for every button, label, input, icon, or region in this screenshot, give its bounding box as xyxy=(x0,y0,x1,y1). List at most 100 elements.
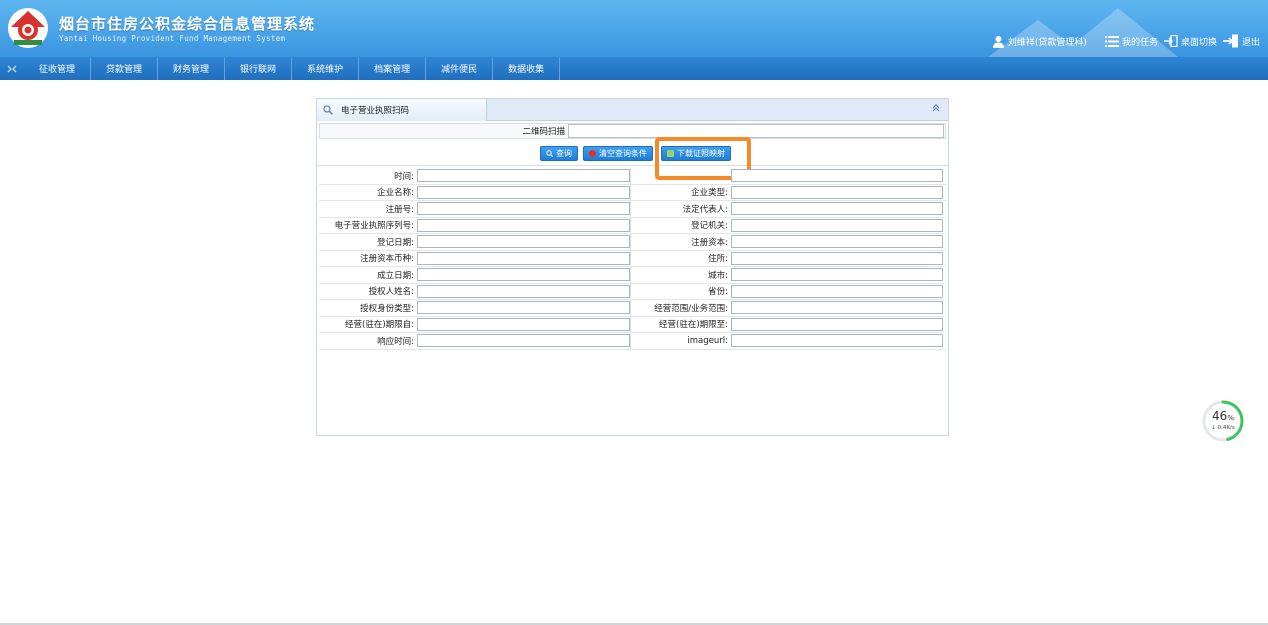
qr-scan-input[interactable] xyxy=(568,124,944,138)
my-tasks-label: 我的任务 xyxy=(1121,37,1158,48)
license-scan-panel: 电子营业执照扫码 二维码扫描 查询 清空查询条件 下载证照映射 时间: 企业名称… xyxy=(316,98,949,436)
field-input[interactable] xyxy=(731,317,943,331)
field-label: 城市: xyxy=(708,270,728,281)
field-input[interactable] xyxy=(731,301,943,315)
main-nav: 征收管理 贷款管理 财务管理 银行联网 系统维护 档案管理 减件便民 数据收集 xyxy=(0,57,1268,80)
app-title: 烟台市住房公积金综合信息管理系统 xyxy=(59,15,316,33)
field-input[interactable] xyxy=(417,169,630,183)
field-label: 注册资本: xyxy=(691,237,728,248)
speed-value: ↓ 0.4K/s xyxy=(1211,425,1235,431)
field-label: 授权身份类型: xyxy=(360,303,414,314)
form-row: 授权身份类型: 经营范围/业务范围: xyxy=(319,299,946,317)
field-label: 住所: xyxy=(708,254,728,265)
speed-gauge-percent: 46% xyxy=(1201,409,1245,423)
field-input[interactable] xyxy=(417,218,630,232)
logout-icon xyxy=(1222,34,1238,48)
my-tasks-link[interactable]: 我的任务 xyxy=(1104,35,1158,48)
switch-icon xyxy=(1163,35,1178,47)
field-input[interactable] xyxy=(417,185,630,199)
field-label: 经营(驻在)期限自: xyxy=(345,320,414,331)
field-input[interactable] xyxy=(417,301,630,315)
field-label: 经营(驻在)期限至: xyxy=(659,320,728,331)
app-header: 烟台市住房公积金综合信息管理系统 Yantai Housing Providen… xyxy=(0,0,1268,57)
field-input[interactable] xyxy=(417,202,630,216)
field-input[interactable] xyxy=(731,218,943,232)
clear-button-label: 清空查询条件 xyxy=(599,149,647,158)
field-label: imageurl: xyxy=(687,335,728,346)
panel-title: 电子营业执照扫码 xyxy=(341,106,410,116)
field-label: 省份: xyxy=(708,287,728,298)
query-button[interactable]: 查询 xyxy=(540,146,578,161)
field-input[interactable] xyxy=(417,251,630,265)
field-label: 企业名称: xyxy=(377,188,414,199)
clear-button[interactable]: 清空查询条件 xyxy=(583,146,653,161)
user-menu[interactable]: 刘维祥(贷款管理科) xyxy=(992,35,1087,48)
percent-value: 46 xyxy=(1212,409,1228,423)
nav-item-loans[interactable]: 贷款管理 xyxy=(91,57,159,80)
nav-item-bank-network[interactable]: 银行联网 xyxy=(225,57,293,80)
action-bar: 查询 清空查询条件 下载证照映射 xyxy=(317,137,948,180)
result-form: 时间: 企业名称: 企业类型: 注册号: 法定代表人: 电子营业执照序列号: 登… xyxy=(319,167,946,350)
divider xyxy=(630,167,631,184)
field-input[interactable] xyxy=(417,334,630,348)
field-label: 响应时间: xyxy=(377,336,414,347)
user-name: 刘维祥(贷款管理科) xyxy=(1007,37,1087,48)
app-subtitle: Yantai Housing Provident Fund Management… xyxy=(59,34,286,43)
field-label: 时间: xyxy=(394,171,414,182)
field-input[interactable] xyxy=(731,185,943,199)
clear-icon xyxy=(589,150,596,157)
field-input[interactable] xyxy=(731,235,943,249)
desktop-switch-link[interactable]: 桌面切换 xyxy=(1163,35,1217,48)
nav-collapse-icon[interactable] xyxy=(0,57,24,80)
field-label: 登记日期: xyxy=(377,237,414,248)
panel-tab[interactable]: 电子营业执照扫码 xyxy=(317,99,487,121)
field-input[interactable] xyxy=(731,268,943,282)
field-label: 成立日期: xyxy=(377,270,414,281)
field-input[interactable] xyxy=(731,202,943,216)
field-input[interactable] xyxy=(731,169,943,183)
field-label: 注册资本币种: xyxy=(360,254,414,265)
desktop-switch-label: 桌面切换 xyxy=(1180,37,1217,48)
form-row: 时间: xyxy=(319,167,946,185)
form-row: 注册号: 法定代表人: xyxy=(319,200,946,218)
qr-scan-label: 二维码扫描 xyxy=(522,127,565,137)
form-row: 电子营业执照序列号: 登记机关: xyxy=(319,217,946,234)
field-label: 法定代表人: xyxy=(682,204,728,215)
form-row: 企业名称: 企业类型: xyxy=(319,184,946,201)
field-input[interactable] xyxy=(417,268,630,282)
field-input[interactable] xyxy=(417,235,630,249)
field-label: 登记机关: xyxy=(691,221,728,232)
list-icon xyxy=(1104,35,1119,47)
user-area: 刘维祥(贷款管理科) 我的任务 桌面切换 退出 xyxy=(992,34,1260,48)
field-input[interactable] xyxy=(731,251,943,265)
header-decoration xyxy=(988,8,1178,57)
qr-scan-row: 二维码扫描 xyxy=(319,123,946,139)
nav-item-archives[interactable]: 档案管理 xyxy=(359,57,427,80)
form-row: 登记日期: 注册资本: xyxy=(319,233,946,251)
nav-item-data-collection[interactable]: 数据收集 xyxy=(493,57,561,80)
field-input[interactable] xyxy=(417,317,630,331)
user-icon xyxy=(992,35,1004,48)
logout-link[interactable]: 退出 xyxy=(1222,34,1260,48)
nav-item-finance[interactable]: 财务管理 xyxy=(158,57,226,80)
field-input[interactable] xyxy=(731,334,943,348)
field-label: 经营范围/业务范围: xyxy=(654,303,728,314)
field-input[interactable] xyxy=(731,284,943,298)
logout-label: 退出 xyxy=(1241,37,1260,48)
form-row: 授权人姓名: 省份: xyxy=(319,283,946,300)
field-input[interactable] xyxy=(417,284,630,298)
nav-item-convenience[interactable]: 减件便民 xyxy=(426,57,494,80)
network-speed-widget[interactable]: 46% ↓ 0.4K/s xyxy=(1201,399,1245,443)
query-button-label: 查询 xyxy=(556,149,572,158)
form-row: 成立日期: 城市: xyxy=(319,266,946,284)
field-label: 授权人姓名: xyxy=(368,287,414,298)
nav-item-system-maintenance[interactable]: 系统维护 xyxy=(292,57,360,80)
nav-item-collection[interactable]: 征收管理 xyxy=(24,57,92,80)
form-row: 响应时间: imageurl: xyxy=(319,332,946,350)
field-label: 注册号: xyxy=(385,204,414,215)
panel-header: 电子营业执照扫码 xyxy=(317,99,948,121)
query-icon xyxy=(546,150,553,157)
form-row: 经营(驻在)期限自: 经营(驻在)期限至: xyxy=(319,316,946,333)
collapse-icon[interactable] xyxy=(930,104,942,116)
field-label: 电子营业执照序列号: xyxy=(334,221,414,232)
